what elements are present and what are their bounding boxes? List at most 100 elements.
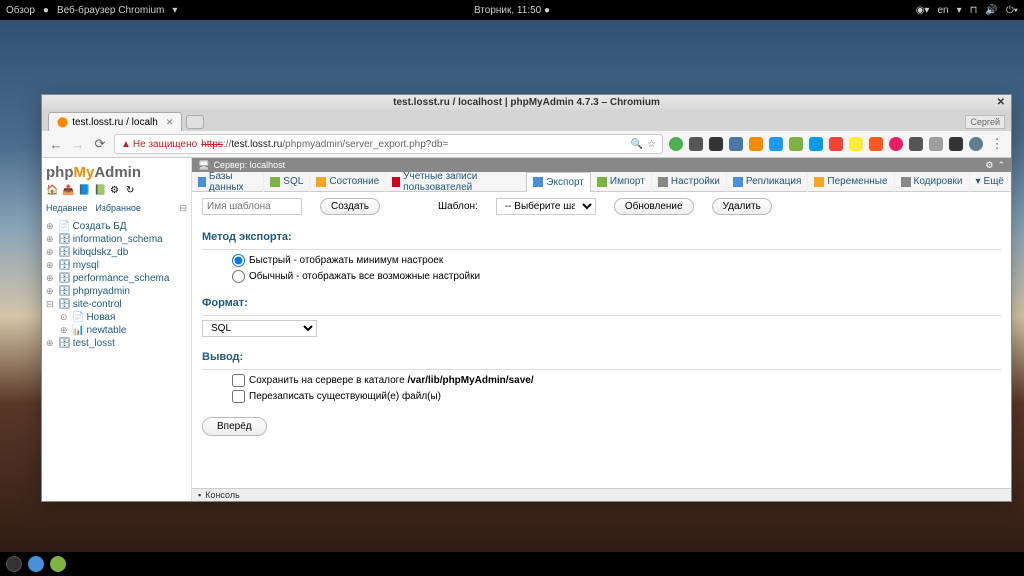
tree-item[interactable]: ⊕🗄test_losst	[46, 337, 187, 350]
ext-icon[interactable]	[829, 137, 843, 151]
tree-item[interactable]: ⊕🗄information_schema	[46, 233, 187, 246]
search-icon[interactable]: 🔍	[631, 139, 643, 150]
tab-replication[interactable]: Репликация	[727, 172, 809, 192]
favorites-link[interactable]: Избранное	[95, 203, 141, 214]
tab-export[interactable]: Экспорт	[526, 172, 591, 192]
tree-item[interactable]: ⊙📄Новая	[46, 311, 187, 324]
page-content: phpMyAdmin 🏠 📤 📘 📗 ⚙ ↻ Недавнее Избранно…	[42, 158, 1011, 501]
activities-label[interactable]: Обзор	[6, 5, 35, 16]
save-server-label: Сохранить на сервере в каталоге /var/lib…	[249, 375, 534, 386]
active-app-label[interactable]: Веб-браузер Chromium	[57, 5, 164, 16]
export-method-heading: Метод экспорта:	[202, 231, 1001, 243]
ext-icon[interactable]	[809, 137, 823, 151]
template-name-input[interactable]	[202, 198, 302, 215]
create-button[interactable]: Создать	[320, 198, 380, 215]
tree-item[interactable]: ⊕🗄phpmyadmin	[46, 285, 187, 298]
pma-sidebar: phpMyAdmin 🏠 📤 📘 📗 ⚙ ↻ Недавнее Избранно…	[42, 158, 192, 501]
volume-icon[interactable]: 🔊	[985, 5, 997, 16]
home-icon[interactable]: 🏠	[46, 185, 60, 199]
chrome-user-badge[interactable]: Сергей	[965, 115, 1005, 129]
tab-close-icon[interactable]: ✕	[166, 117, 174, 128]
ext-icon[interactable]	[969, 137, 983, 151]
taskbar-icon[interactable]	[28, 556, 44, 572]
sql-icon[interactable]: 📗	[94, 185, 108, 199]
quick-radio[interactable]	[232, 254, 245, 267]
update-button[interactable]: Обновление	[614, 198, 694, 215]
tab-sql[interactable]: SQL	[264, 172, 310, 192]
address-bar: ← → ⟳ ▲ Не защищено https://test.losst.r…	[42, 131, 1011, 158]
ext-icon[interactable]	[849, 137, 863, 151]
ext-icon[interactable]	[929, 137, 943, 151]
go-button[interactable]: Вперёд	[202, 417, 267, 436]
close-icon[interactable]: ✕	[997, 97, 1005, 108]
tab-status[interactable]: Состояние	[310, 172, 386, 192]
collapse-icon[interactable]: ⊟	[179, 203, 187, 214]
ext-icon[interactable]	[789, 137, 803, 151]
custom-label: Обычный - отображать все возможные настр…	[249, 271, 480, 282]
tab-charsets[interactable]: Кодировки	[895, 172, 970, 192]
tab-import[interactable]: Импорт	[591, 172, 652, 192]
overwrite-checkbox[interactable]	[232, 390, 245, 403]
format-select[interactable]: SQL	[202, 320, 317, 337]
ext-icon[interactable]	[909, 137, 923, 151]
ext-icon[interactable]	[729, 137, 743, 151]
browser-window: test.losst.ru / localhost | phpMyAdmin 4…	[41, 94, 1012, 502]
ext-icon[interactable]	[769, 137, 783, 151]
power-icon[interactable]: ⏻▾	[1006, 5, 1018, 16]
window-titlebar: test.losst.ru / localhost | phpMyAdmin 4…	[42, 95, 1011, 110]
new-tab-button[interactable]	[186, 115, 204, 129]
ext-icon[interactable]	[709, 137, 723, 151]
delete-button[interactable]: Удалить	[712, 198, 772, 215]
main-tabs: Базы данных SQL Состояние Учетные записи…	[192, 172, 1011, 192]
tree-item[interactable]: ⊟🗄site-control	[46, 298, 187, 311]
tab-more[interactable]: ▾ Ещё	[970, 172, 1012, 192]
desktop-taskbar	[0, 552, 1024, 576]
console-bar[interactable]: ▪ Консоль	[192, 488, 1011, 501]
save-server-checkbox[interactable]	[232, 374, 245, 387]
ext-icon[interactable]	[669, 137, 683, 151]
ext-icon[interactable]	[889, 137, 903, 151]
reload-button[interactable]: ⟳	[92, 136, 108, 152]
tree-item[interactable]: ⊕🗄mysql	[46, 259, 187, 272]
desktop-topbar: Обзор ● Веб-браузер Chromium ▾ Вторник, …	[0, 0, 1024, 20]
clock[interactable]: Вторник, 11:50	[474, 5, 541, 16]
recent-link[interactable]: Недавнее	[46, 203, 87, 214]
tree-item[interactable]: ⊕🗄performance_schema	[46, 272, 187, 285]
not-secure-badge[interactable]: ▲ Не защищено	[121, 139, 197, 150]
tab-users[interactable]: Учетные записи пользователей	[386, 172, 526, 192]
chevron-up-icon[interactable]: ⌃	[997, 160, 1005, 171]
settings-icon[interactable]: ⚙	[110, 185, 124, 199]
network-icon[interactable]: ⊓	[970, 5, 978, 16]
template-select[interactable]: -- Выберите шаблон --	[496, 198, 596, 215]
forward-button[interactable]: →	[70, 136, 86, 152]
pma-logo: phpMyAdmin	[46, 164, 187, 181]
tab-databases[interactable]: Базы данных	[192, 172, 264, 192]
tree-item[interactable]: ⊕📄Создать БД	[46, 220, 187, 233]
ext-icon[interactable]	[689, 137, 703, 151]
ext-icon[interactable]	[949, 137, 963, 151]
menu-icon[interactable]: ⋮	[989, 136, 1005, 152]
url-input[interactable]: ▲ Не защищено https://test.losst.ru/phpm…	[114, 134, 663, 154]
tree-item[interactable]: ⊕📊newtable	[46, 324, 187, 337]
tree-item[interactable]: ⊕🗄kibqdskz_db	[46, 246, 187, 259]
lang-indicator[interactable]: en	[937, 5, 948, 16]
show-apps-icon[interactable]	[6, 556, 22, 572]
gear-icon[interactable]: ⚙	[985, 160, 993, 171]
url-text: https://test.losst.ru/phpmyadmin/server_…	[201, 139, 448, 150]
server-bar: 🖥 Сервер: localhost⚙⌃	[192, 158, 1011, 172]
doc-icon[interactable]: 📘	[78, 185, 92, 199]
custom-radio[interactable]	[232, 270, 245, 283]
tab-settings[interactable]: Настройки	[652, 172, 727, 192]
quick-label: Быстрый - отображать минимум настроек	[249, 255, 443, 266]
accessibility-icon[interactable]: ◉▾	[916, 5, 930, 16]
logout-icon[interactable]: 📤	[62, 185, 76, 199]
ext-icon[interactable]	[869, 137, 883, 151]
ext-icon[interactable]	[749, 137, 763, 151]
star-icon[interactable]: ☆	[647, 139, 656, 150]
browser-tab[interactable]: ⬤ test.losst.ru / localh ✕	[48, 112, 182, 131]
back-button[interactable]: ←	[48, 136, 64, 152]
tab-variables[interactable]: Переменные	[808, 172, 894, 192]
export-panel: Создать Шаблон: -- Выберите шаблон -- Об…	[192, 192, 1011, 488]
reload-icon[interactable]: ↻	[126, 185, 140, 199]
taskbar-icon[interactable]	[50, 556, 66, 572]
